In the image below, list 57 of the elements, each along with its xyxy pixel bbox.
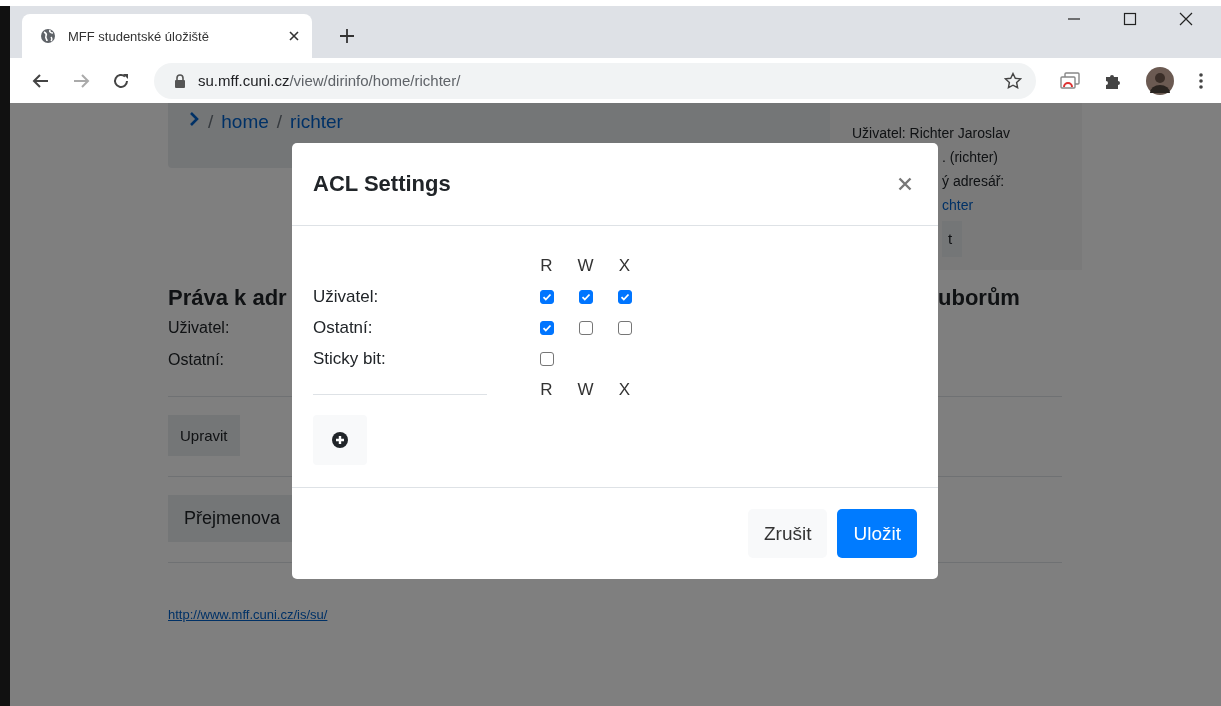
home-directory-link[interactable]: chter (942, 193, 974, 217)
section-heading: uborům (938, 284, 1020, 312)
checkbox[interactable] (539, 289, 554, 304)
address-bar[interactable]: su.mff.cuni.cz/view/dirinfo/home/richter/ (154, 62, 1036, 99)
breadcrumb-link[interactable]: home (221, 111, 269, 133)
panel-button[interactable]: t (942, 221, 963, 257)
modal-title: ACL Settings (313, 171, 451, 197)
breadcrumb-link[interactable]: richter (290, 111, 343, 133)
permission-label: Ostatní: (168, 350, 225, 370)
checkbox[interactable] (539, 351, 554, 366)
row-label: Ostatní: (313, 317, 374, 338)
lock-icon (174, 73, 186, 88)
breadcrumb-separator: / (208, 111, 214, 133)
avatar-icon[interactable] (1146, 66, 1174, 95)
close-icon[interactable] (288, 30, 300, 42)
edit-button[interactable]: Upravit (168, 415, 240, 456)
column-header: W (576, 379, 595, 400)
checkbox[interactable] (578, 289, 593, 304)
globe-icon (40, 28, 56, 44)
breadcrumb-separator: / (276, 111, 283, 133)
menu-icon[interactable] (1198, 71, 1204, 90)
save-button[interactable]: Uložit (837, 509, 917, 558)
checkmark-icon (541, 291, 552, 302)
column-header: R (539, 379, 554, 400)
column-header: X (617, 379, 632, 400)
chevron-icon[interactable] (188, 111, 200, 127)
checkbox[interactable] (617, 289, 632, 304)
checkbox[interactable] (539, 320, 554, 335)
maximize-icon[interactable] (1123, 12, 1137, 26)
plus-icon[interactable] (340, 29, 354, 43)
cancel-button[interactable]: Zrušit (748, 509, 828, 558)
column-header: R (539, 255, 554, 276)
checkmark-icon (541, 322, 552, 333)
column-header: X (617, 255, 632, 276)
address-text: su.mff.cuni.cz/view/dirinfo/home/richter/ (198, 72, 462, 89)
checkmark-icon (580, 291, 591, 302)
user-info-text: ý adresář: (942, 172, 1005, 191)
checkbox[interactable] (617, 320, 632, 335)
footer-link[interactable]: http://www.mff.cuni.cz/is/su/ (168, 607, 328, 622)
row-label: Sticky bit: (313, 348, 387, 369)
checkmark-icon (619, 291, 630, 302)
tab-title: MFF studentské úložiště (68, 28, 210, 44)
user-info-text: Uživatel: Richter Jaroslav (852, 124, 1010, 143)
row-label: Uživatel: (313, 286, 380, 307)
plus-circle-icon (332, 432, 348, 448)
close-icon[interactable] (1179, 12, 1193, 26)
add-button[interactable] (313, 415, 367, 465)
reload-icon[interactable] (112, 71, 130, 90)
checkbox[interactable] (578, 320, 593, 335)
back-arrow-icon[interactable] (32, 71, 50, 90)
browser-tab[interactable]: MFF studentské úložiště (22, 14, 312, 58)
section-heading: Práva k adr (168, 284, 287, 312)
permission-label: Uživatel: (168, 318, 230, 338)
stacked-windows-icon[interactable] (1060, 71, 1080, 90)
star-icon[interactable] (1004, 71, 1022, 90)
column-header: W (576, 255, 595, 276)
user-info-text: . (richter) (942, 148, 998, 167)
